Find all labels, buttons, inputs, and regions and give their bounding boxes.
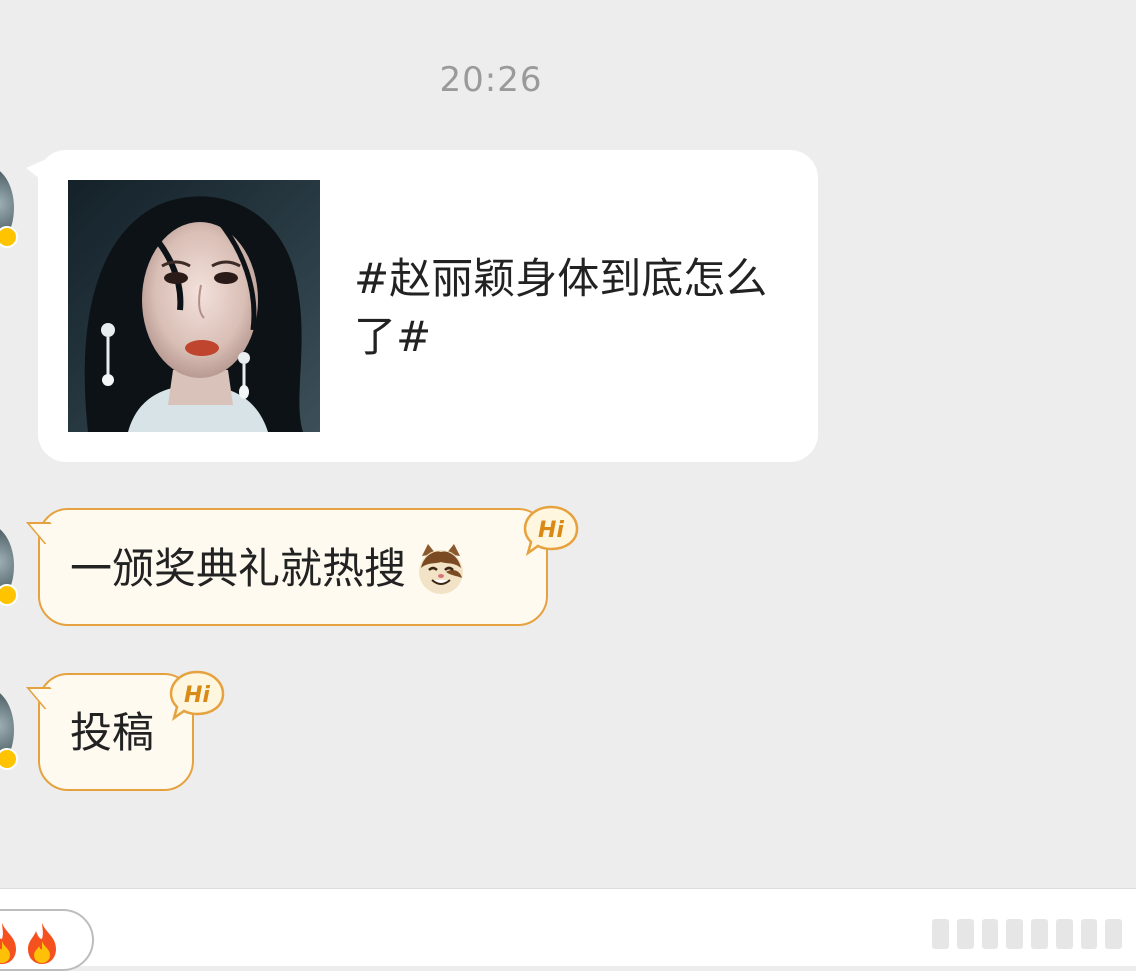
topic-hashtag-text[interactable]: #赵丽颖身体到底怎么了# <box>354 250 794 366</box>
message-text: 一颁奖典礼就热搜 <box>70 544 407 593</box>
hi-badge-icon: Hi <box>168 669 226 722</box>
bubble-tail <box>26 522 69 544</box>
verified-badge-icon <box>0 226 18 248</box>
fan-message-bubble[interactable]: 一颁奖典礼就热搜 Hi <box>26 505 579 626</box>
svg-text:Hi: Hi <box>184 683 210 708</box>
sender-avatar[interactable] <box>0 688 18 772</box>
message-text: 投稿 <box>70 708 155 757</box>
fire-icon <box>0 921 22 965</box>
topic-card-message[interactable]: #赵丽颖身体到底怎么了# <box>26 150 818 462</box>
sender-avatar[interactable] <box>0 166 18 250</box>
chat-timestamp: 20:26 <box>439 60 543 100</box>
sender-avatar[interactable] <box>0 524 18 608</box>
portrait-image[interactable] <box>68 180 320 432</box>
fire-icon <box>22 921 62 965</box>
bubble-tail <box>26 160 44 182</box>
svg-text:Hi: Hi <box>538 518 564 543</box>
blurred-action-icons <box>932 919 1122 949</box>
verified-badge-icon <box>0 584 18 606</box>
hi-badge-icon: Hi <box>522 504 580 557</box>
bottom-input-bar <box>0 888 1136 971</box>
cat-face-icon <box>414 542 468 596</box>
bubble-tail <box>26 687 69 709</box>
verified-badge-icon <box>0 748 18 770</box>
fan-message-bubble[interactable]: 投稿 Hi <box>26 670 225 791</box>
